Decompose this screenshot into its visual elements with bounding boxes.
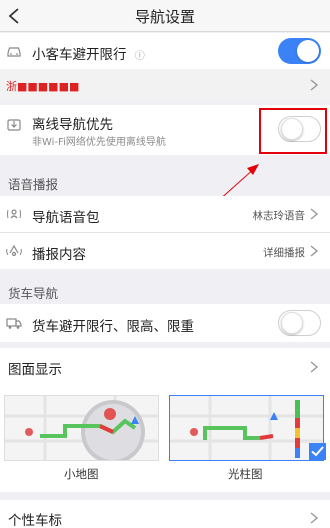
broadcast-icon — [6, 244, 22, 257]
voice-icon — [7, 209, 21, 219]
broadcast-content-value: 详细播报 — [263, 247, 305, 259]
car-limit-text: 小客车避开限行 — [32, 47, 127, 63]
truck-avoid-label: 货车避开限行、限高、限重 — [32, 319, 194, 335]
chevron-right-icon — [310, 245, 318, 257]
truck-section-title: 货车导航 — [8, 286, 59, 301]
car-icon-row[interactable]: 个性车标 — [0, 500, 330, 528]
info-icon[interactable]: ⓘ — [135, 51, 145, 62]
chevron-right-icon[interactable] — [310, 361, 318, 373]
toggle-knob — [281, 312, 303, 334]
chevron-right-icon — [310, 208, 318, 220]
offline-download-icon — [7, 119, 21, 131]
car-limit-toggle[interactable] — [278, 38, 321, 64]
toggle-knob — [297, 40, 319, 62]
car-limit-row[interactable]: 小客车避开限行 ⓘ — [0, 33, 330, 69]
car-icon-label: 个性车标 — [8, 513, 62, 528]
voice-package-value: 林志玲语音 — [252, 210, 306, 222]
map-display-label: 图面显示 — [8, 362, 62, 378]
plate-row[interactable]: 浙■■■■■■ — [0, 69, 330, 101]
offline-nav-sublabel: 非Wi-Fi网络优先使用离线导航 — [32, 137, 166, 148]
mini-map-caption: 小地图 — [64, 467, 99, 481]
plate-value: 浙■■■■■■ — [6, 80, 80, 93]
car-icon — [7, 47, 21, 57]
chevron-right-icon — [310, 79, 318, 91]
voice-package-label: 导航语音包 — [32, 210, 100, 226]
light-bar-preview[interactable] — [169, 395, 324, 461]
mini-map-image — [5, 396, 158, 460]
truck-avoid-toggle[interactable] — [278, 310, 321, 336]
voice-package-row[interactable]: 导航语音包 林志玲语音 — [0, 196, 330, 232]
light-bar-caption: 光柱图 — [228, 467, 263, 481]
page-title: 导航设置 — [134, 8, 195, 26]
nav-header: 导航设置 — [0, 0, 330, 32]
mini-map-preview[interactable] — [4, 395, 159, 461]
broadcast-content-label: 播报内容 — [32, 247, 86, 263]
highlight-box — [259, 108, 327, 154]
truck-avoid-row[interactable]: 货车避开限行、限高、限重 — [0, 304, 330, 342]
selected-check-icon — [309, 443, 326, 460]
truck-icon — [6, 318, 22, 329]
offline-nav-label: 离线导航优先 — [32, 117, 113, 133]
car-limit-label: 小客车避开限行 ⓘ — [32, 43, 145, 63]
voice-section-title: 语音播报 — [8, 177, 59, 192]
light-bar-image — [170, 396, 323, 460]
broadcast-content-row[interactable]: 播报内容 详细播报 — [0, 233, 330, 269]
chevron-right-icon — [310, 512, 318, 524]
